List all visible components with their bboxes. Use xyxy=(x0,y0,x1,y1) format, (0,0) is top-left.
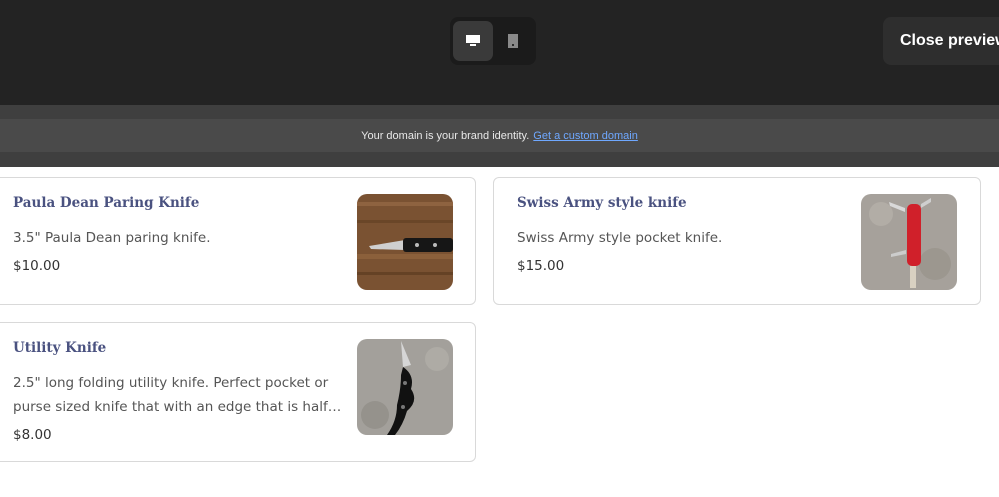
product-image xyxy=(357,194,453,290)
close-preview-button[interactable]: Close preview xyxy=(883,17,999,65)
product-price: $10.00 xyxy=(13,258,61,274)
product-description: Swiss Army style pocket knife. xyxy=(517,230,723,246)
product-image xyxy=(357,339,453,435)
desktop-icon xyxy=(466,35,480,46)
product-card[interactable]: Swiss Army style knife Swiss Army style … xyxy=(493,177,981,305)
product-card[interactable]: Paula Dean Paring Knife 3.5" Paula Dean … xyxy=(0,177,476,305)
banner-bottom-divider xyxy=(0,152,999,167)
product-image xyxy=(861,194,957,290)
custom-domain-link[interactable]: Get a custom domain xyxy=(533,130,638,142)
product-price: $15.00 xyxy=(517,258,565,274)
product-price: $8.00 xyxy=(13,427,52,443)
mobile-icon xyxy=(508,34,518,48)
preview-toolbar: Close preview xyxy=(0,0,999,105)
desktop-view-button[interactable] xyxy=(453,21,493,61)
product-card[interactable]: Utility Knife 2.5" long folding utility … xyxy=(0,322,476,462)
product-description: 3.5" Paula Dean paring knife. xyxy=(13,230,211,246)
product-title: Paula Dean Paring Knife xyxy=(13,195,200,211)
banner-top-divider xyxy=(0,105,999,119)
domain-banner: Your domain is your brand identity. Get … xyxy=(0,119,999,152)
product-title: Swiss Army style knife xyxy=(517,195,687,211)
mobile-view-button[interactable] xyxy=(493,21,533,61)
device-toggle xyxy=(450,17,536,65)
product-description: 2.5" long folding utility knife. Perfect… xyxy=(13,375,342,415)
product-title: Utility Knife xyxy=(13,340,107,356)
banner-text: Your domain is your brand identity. xyxy=(361,129,530,142)
